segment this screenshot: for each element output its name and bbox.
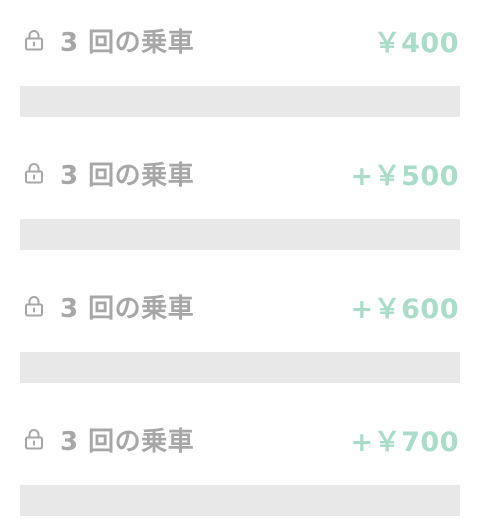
reward-tier: 3 回の乗車 +￥600	[20, 276, 460, 383]
reward-tier-row: 3 回の乗車 ￥400	[20, 10, 460, 70]
lock-icon	[22, 28, 46, 52]
reward-tier-left: 3 回の乗車	[20, 288, 194, 325]
reward-tier-amount: ￥400	[373, 27, 459, 59]
reward-tier-left: 3 回の乗車	[20, 421, 194, 458]
reward-tier-amount: +￥500	[350, 160, 459, 192]
reward-tier-label: 3 回の乗車	[60, 293, 195, 324]
progress-bar	[20, 219, 460, 250]
reward-tier-amount: +￥700	[350, 426, 459, 458]
reward-tier: 3 回の乗車 ￥400	[20, 10, 460, 117]
reward-tier-left: 3 回の乗車	[20, 22, 194, 59]
reward-tier-label: 3 回の乗車	[60, 160, 195, 191]
reward-tier-row: 3 回の乗車 +￥700	[20, 409, 460, 469]
reward-tier: 3 回の乗車 +￥500	[20, 143, 460, 250]
reward-tier-left: 3 回の乗車	[20, 155, 194, 192]
reward-tier-label: 3 回の乗車	[60, 27, 195, 58]
reward-tier-amount: +￥600	[350, 293, 459, 325]
progress-bar	[20, 352, 460, 383]
reward-tier-label: 3 回の乗車	[60, 426, 195, 457]
reward-tier-list: 3 回の乗車 ￥400 3 回の乗車 +￥500 3 回の乗車 +￥600 3 …	[0, 0, 480, 527]
reward-tier-row: 3 回の乗車 +￥500	[20, 143, 460, 203]
reward-tier: 3 回の乗車 +￥700	[20, 409, 460, 516]
lock-icon	[22, 161, 46, 185]
progress-bar	[20, 86, 460, 117]
progress-bar	[20, 485, 460, 516]
lock-icon	[22, 294, 46, 318]
reward-tier-row: 3 回の乗車 +￥600	[20, 276, 460, 336]
lock-icon	[22, 427, 46, 451]
